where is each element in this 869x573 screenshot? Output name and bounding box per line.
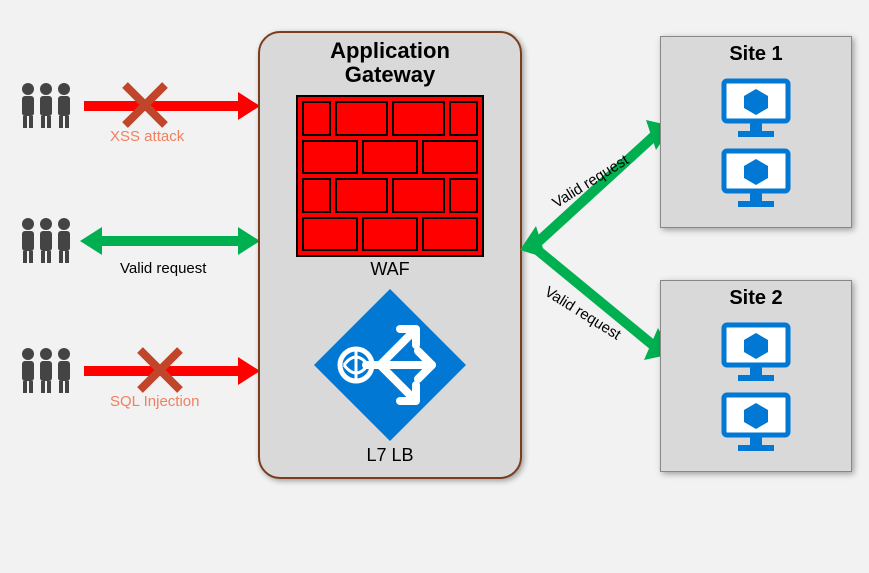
arrow-valid-left [80, 221, 260, 261]
x-block-icon-1 [120, 80, 170, 130]
site-1-panel: Site 1 [660, 36, 852, 228]
l7-lb-icon [314, 289, 466, 441]
gateway-title: Application Gateway [260, 39, 520, 87]
waf-label: WAF [260, 259, 520, 280]
clients-group-1-icon [15, 80, 77, 130]
vm-monitor-icon [720, 391, 792, 453]
arrow-xss-label: XSS attack [110, 128, 184, 145]
site-1-title: Site 1 [661, 43, 851, 66]
vm-monitor-icon [720, 77, 792, 139]
x-block-icon-2 [135, 345, 185, 395]
clients-group-3-icon [15, 345, 77, 395]
application-gateway-panel: Application Gateway WAF [258, 31, 522, 479]
arrow-valid-left-label: Valid request [120, 260, 206, 277]
vm-monitor-icon [720, 147, 792, 209]
gateway-title-line2: Gateway [345, 62, 436, 87]
lb-label: L7 LB [260, 445, 520, 466]
arrow-sql-label: SQL Injection [110, 393, 200, 410]
vm-monitor-icon [720, 321, 792, 383]
site-2-title: Site 2 [661, 287, 851, 310]
clients-group-2-icon [15, 215, 77, 265]
site-2-panel: Site 2 [660, 280, 852, 472]
gateway-title-line1: Application [330, 38, 450, 63]
waf-firewall-icon [296, 95, 484, 257]
arrow-xss-blocked [80, 86, 260, 126]
diagram-canvas: XSS attack Valid request SQL Injection A… [0, 0, 869, 573]
